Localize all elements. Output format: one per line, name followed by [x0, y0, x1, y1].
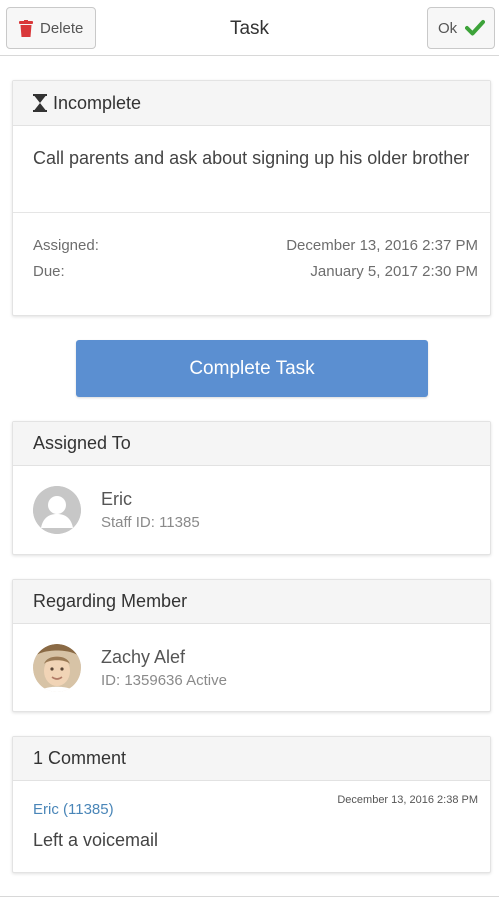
ok-label: Ok	[438, 19, 458, 37]
comment-timestamp: December 13, 2016 2:38 PM	[337, 794, 478, 806]
top-bar: Delete Task Ok	[0, 0, 499, 56]
staff-avatar	[33, 486, 81, 534]
comment-text: Left a voicemail	[33, 830, 159, 850]
assigned-to-header: Assigned To	[13, 422, 490, 466]
checkmark-icon	[465, 19, 486, 37]
task-status: Incomplete	[53, 92, 142, 113]
task-status-header: Incomplete	[13, 81, 490, 126]
assigned-person[interactable]: Eric Staff ID: 11385	[13, 466, 490, 554]
member-person[interactable]: Zachy Alef ID: 1359636 Active	[13, 624, 490, 712]
regarding-member-header: Regarding Member	[13, 580, 490, 624]
assigned-label: Assigned:	[33, 237, 99, 254]
bottom-divider	[0, 896, 499, 897]
page-title: Task	[229, 18, 270, 39]
due-date: January 5, 2017 2:30 PM	[310, 263, 478, 280]
member-id: ID: 1359636 Active	[101, 672, 227, 689]
assigned-to-card: Assigned To Eric Staff ID: 11385	[12, 421, 491, 555]
hourglass-icon	[33, 94, 47, 112]
complete-task-button[interactable]: Complete Task	[76, 340, 428, 397]
member-name: Zachy Alef	[101, 647, 186, 667]
task-dates: Assigned: December 13, 2016 2:37 PM Due:…	[13, 213, 490, 285]
staff-name: Eric	[101, 489, 132, 509]
member-avatar	[33, 644, 81, 692]
due-label: Due:	[33, 263, 65, 280]
comment-item: Eric (11385) December 13, 2016 2:38 PM L…	[13, 781, 490, 873]
comments-header: 1 Comment	[13, 737, 490, 781]
assigned-date: December 13, 2016 2:37 PM	[286, 237, 478, 254]
regarding-member-card: Regarding Member Zachy Alef ID: 1359636 …	[12, 579, 491, 712]
ok-button[interactable]: Ok	[427, 7, 495, 49]
staff-id: Staff ID: 11385	[101, 514, 200, 531]
comments-card: 1 Comment Eric (11385) December 13, 2016…	[12, 736, 491, 873]
task-description: Call parents and ask about signing up hi…	[13, 126, 490, 213]
task-card: Incomplete Call parents and ask about si…	[12, 80, 491, 316]
